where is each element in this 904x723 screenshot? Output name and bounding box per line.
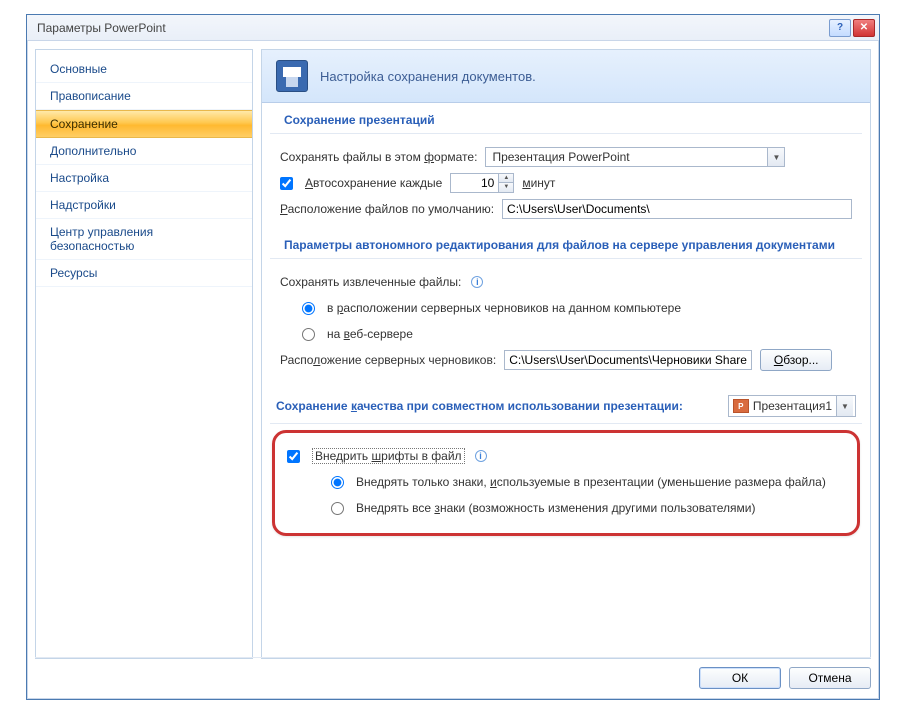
file-format-dropdown[interactable]: Презентация PowerPoint ▼	[485, 147, 785, 167]
browse-button[interactable]: Обзор...	[760, 349, 832, 371]
section-offline-title: Параметры автономного редактирования для…	[270, 228, 862, 259]
drafts-web-label: на веб-сервере	[327, 327, 413, 341]
info-icon[interactable]: i	[475, 450, 487, 462]
sidebar-item-trust-center[interactable]: Центр управления безопасностью	[36, 219, 252, 260]
section-save-presentations: Сохранять файлы в этом формате: Презента…	[262, 134, 870, 228]
sidebar-item-save[interactable]: Сохранение	[36, 110, 252, 138]
autosave-label: Автосохранение каждые	[305, 176, 442, 190]
save-disk-icon	[276, 60, 308, 92]
help-button[interactable]: ?	[829, 19, 851, 37]
pptx-icon: P	[733, 399, 749, 413]
embed-all-chars-label: Внедрять все знаки (возможность изменени…	[356, 501, 755, 515]
chevron-down-icon: ▼	[767, 148, 784, 166]
section-save-presentations-title: Сохранение презентаций	[270, 103, 862, 134]
drafts-web-radio[interactable]	[302, 328, 315, 341]
target-presentation-dropdown[interactable]: P Презентация1 ▼	[728, 395, 856, 417]
panel-header-text: Настройка сохранения документов.	[320, 69, 536, 84]
default-location-input[interactable]	[502, 199, 852, 219]
panel-header: Настройка сохранения документов.	[262, 50, 870, 103]
window-buttons: ? ✕	[829, 19, 875, 37]
embed-fonts-checkbox[interactable]	[287, 450, 300, 463]
sidebar-item-general[interactable]: Основные	[36, 56, 252, 83]
section-quality-title: Сохранение качества при совместном испол…	[270, 385, 862, 424]
server-drafts-label: Расположение серверных черновиков:	[280, 353, 496, 367]
sidebar-item-addins[interactable]: Надстройки	[36, 192, 252, 219]
sidebar-item-advanced[interactable]: Дополнительно	[36, 138, 252, 165]
dialog-footer: ОК Отмена	[35, 657, 871, 691]
format-label: Сохранять файлы в этом формате:	[280, 150, 477, 164]
server-drafts-input[interactable]	[504, 350, 752, 370]
sidebar-item-resources[interactable]: Ресурсы	[36, 260, 252, 287]
embed-fonts-highlight: Внедрить шрифты в файл i Внедрять только…	[272, 430, 860, 536]
chevron-down-icon: ▼	[836, 396, 853, 416]
autosave-checkbox[interactable]	[280, 177, 293, 190]
dialog-body: Основные Правописание Сохранение Дополни…	[27, 41, 879, 659]
spinner-buttons[interactable]: ▲▼	[498, 173, 514, 193]
embed-used-chars-label: Внедрять только знаки, используемые в пр…	[356, 475, 826, 489]
info-icon[interactable]: i	[471, 276, 483, 288]
save-extracted-label: Сохранять извлеченные файлы:	[280, 275, 461, 289]
options-dialog: Параметры PowerPoint ? ✕ Основные Правоп…	[26, 14, 880, 700]
drafts-local-radio[interactable]	[302, 302, 315, 315]
sidebar-item-proofing[interactable]: Правописание	[36, 83, 252, 110]
sidebar-item-customize[interactable]: Настройка	[36, 165, 252, 192]
embed-used-chars-radio[interactable]	[331, 476, 344, 489]
ok-button[interactable]: ОК	[699, 667, 781, 689]
autosave-interval-spinner[interactable]: ▲▼	[450, 173, 514, 193]
embed-fonts-label: Внедрить шрифты в файл	[312, 448, 465, 464]
section-offline: Сохранять извлеченные файлы: i в располо…	[262, 259, 870, 379]
titlebar: Параметры PowerPoint ? ✕	[27, 15, 879, 41]
close-button[interactable]: ✕	[853, 19, 875, 37]
autosave-unit: минут	[522, 176, 555, 190]
drafts-local-label: в расположении серверных черновиков на д…	[327, 301, 681, 315]
category-sidebar: Основные Правописание Сохранение Дополни…	[35, 49, 253, 659]
embed-all-chars-radio[interactable]	[331, 502, 344, 515]
cancel-button[interactable]: Отмена	[789, 667, 871, 689]
autosave-interval-input[interactable]	[450, 173, 498, 193]
window-title: Параметры PowerPoint	[37, 21, 829, 35]
default-location-label: Расположение файлов по умолчанию:	[280, 202, 494, 216]
main-panel: Настройка сохранения документов. Сохране…	[261, 49, 871, 659]
